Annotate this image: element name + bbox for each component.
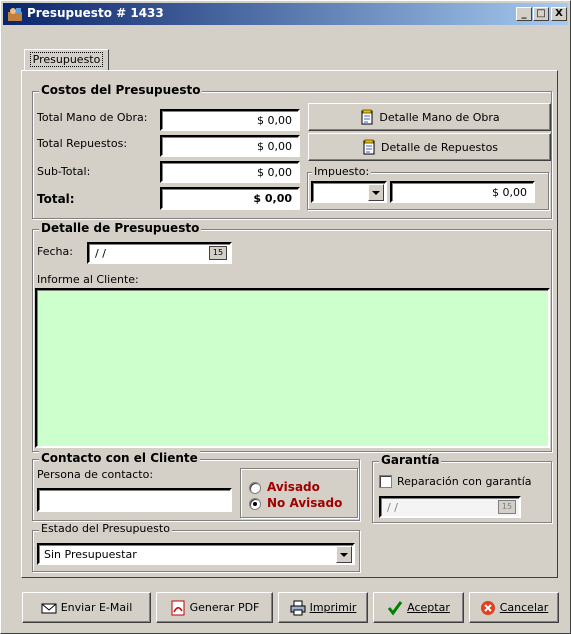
detalle-group: Detalle de Presupuesto Fecha: / / 15 Inf… (32, 221, 552, 452)
no-avisado-label: No Avisado (267, 496, 343, 510)
aviso-group: Avisado No Avisado (240, 468, 358, 518)
repuestos-value: $ 0,00 (257, 140, 292, 153)
estado-value: Sin Presupuestar (44, 548, 137, 561)
imprimir-button[interactable]: Imprimir (278, 592, 368, 623)
estado-select[interactable]: Sin Presupuestar (37, 543, 355, 565)
cancel-icon (480, 600, 495, 615)
total-label: Total: (37, 192, 75, 206)
detalle-repuestos-button[interactable]: Detalle de Repuestos (308, 133, 551, 161)
cancelar-label: Cancelar (499, 601, 549, 614)
subtotal-label: Sub-Total: (37, 165, 91, 178)
enviar-email-button[interactable]: Enviar E-Mail (22, 592, 151, 623)
notepad-icon (363, 139, 375, 155)
costos-group: Costos del Presupuesto Total Mano de Obr… (32, 83, 552, 219)
costos-title: Costos del Presupuesto (39, 83, 203, 97)
garantia-checkbox[interactable] (379, 475, 392, 488)
mano-obra-label: Total Mano de Obra: (37, 111, 148, 124)
contacto-group: Contacto con el Cliente Persona de conta… (32, 451, 360, 521)
garantia-title: Garantía (379, 453, 442, 467)
detalle-mano-obra-label: Detalle Mano de Obra (379, 110, 500, 124)
subtotal-field[interactable]: $ 0,00 (160, 161, 300, 183)
informe-textarea[interactable] (35, 288, 550, 448)
window-title: Presupuesto # 1433 (27, 6, 164, 20)
persona-field[interactable] (37, 488, 232, 512)
mano-obra-value: $ 0,00 (257, 114, 292, 127)
mano-obra-field[interactable]: $ 0,00 (160, 109, 300, 131)
garantia-checkbox-label: Reparación con garantía (397, 475, 532, 488)
window: Presupuesto # 1433 _ □ X Presupuesto Cos… (0, 0, 571, 634)
calendar-icon[interactable]: 15 (209, 246, 227, 260)
estado-group: Estado del Presupuesto Sin Presupuestar (32, 522, 360, 572)
avisado-radio[interactable] (249, 482, 261, 494)
garantia-fecha-field[interactable]: / / 15 (379, 496, 521, 518)
checkmark-icon (387, 600, 403, 615)
dropdown-arrow-icon[interactable] (368, 184, 384, 201)
avisado-label: Avisado (267, 480, 320, 494)
pdf-icon (171, 600, 185, 615)
detalle-title: Detalle de Presupuesto (39, 221, 202, 235)
total-field[interactable]: $ 0,00 (160, 187, 300, 210)
maximize-button[interactable]: □ (533, 7, 549, 21)
estado-title: Estado del Presupuesto (39, 522, 172, 535)
tab-label: Presupuesto (29, 52, 104, 67)
title-bar[interactable]: Presupuesto # 1433 _ □ X (3, 3, 568, 25)
impuesto-select[interactable] (311, 181, 387, 203)
cancelar-button[interactable]: Cancelar (469, 592, 559, 623)
impuesto-value: $ 0,00 (492, 186, 527, 199)
envelope-icon (41, 603, 57, 613)
fecha-field[interactable]: / / 15 (87, 242, 232, 264)
close-button[interactable]: X (551, 7, 567, 21)
no-avisado-radio[interactable] (249, 498, 261, 510)
app-icon (8, 8, 22, 21)
subtotal-value: $ 0,00 (257, 166, 292, 179)
garantia-fecha-value: / / (387, 501, 398, 514)
aceptar-label: Aceptar (407, 601, 450, 614)
minimize-button[interactable]: _ (516, 7, 532, 21)
garantia-group: Garantía Reparación con garantía / / 15 (372, 453, 552, 523)
aceptar-button[interactable]: Aceptar (373, 592, 464, 623)
repuestos-field[interactable]: $ 0,00 (160, 135, 300, 157)
persona-label: Persona de contacto: (37, 468, 154, 481)
impuesto-value-field[interactable]: $ 0,00 (390, 181, 535, 203)
total-value: $ 0,00 (253, 192, 292, 205)
contacto-title: Contacto con el Cliente (39, 451, 200, 465)
fecha-label: Fecha: (37, 245, 73, 258)
notepad-icon (361, 109, 373, 125)
detalle-mano-obra-button[interactable]: Detalle Mano de Obra (308, 103, 551, 131)
detalle-repuestos-label: Detalle de Repuestos (380, 140, 499, 154)
tab-presupuesto[interactable]: Presupuesto (24, 49, 109, 71)
generar-pdf-label: Generar PDF (189, 601, 260, 614)
impuesto-group: Impuesto: $ 0,00 (307, 165, 549, 210)
dropdown-arrow-icon[interactable] (336, 546, 352, 563)
impuesto-title: Impuesto: (312, 165, 372, 178)
fecha-value: / / (95, 247, 106, 260)
printer-icon (290, 600, 306, 615)
enviar-email-label: Enviar E-Mail (60, 601, 133, 614)
generar-pdf-button[interactable]: Generar PDF (156, 592, 273, 623)
calendar-icon[interactable]: 15 (498, 500, 516, 514)
informe-label: Informe al Cliente: (37, 273, 139, 286)
tab-page: Costos del Presupuesto Total Mano de Obr… (21, 70, 558, 578)
imprimir-label: Imprimir (309, 601, 357, 614)
repuestos-label: Total Repuestos: (37, 137, 128, 150)
